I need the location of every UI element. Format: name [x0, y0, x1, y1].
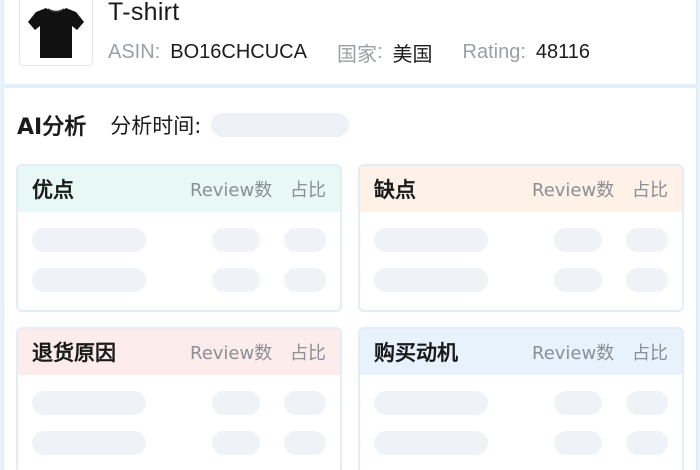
- panel-purchase-motives: 购买动机 Review数 占比: [358, 327, 684, 470]
- skeleton-placeholder: [32, 268, 146, 292]
- panel-cons: 缺点 Review数 占比: [358, 164, 684, 312]
- skeleton-placeholder: [212, 268, 260, 292]
- analysis-time-label: 分析时间:: [110, 114, 202, 138]
- column-ratio: 占比: [632, 180, 668, 201]
- panel-title: 购买动机: [374, 341, 458, 365]
- skeleton-row: [360, 252, 682, 292]
- skeleton-placeholder: [554, 431, 602, 455]
- panel-header: 缺点 Review数 占比: [360, 166, 682, 212]
- column-ratio: 占比: [632, 343, 668, 364]
- country-value: 美国: [392, 43, 433, 66]
- skeleton-placeholder: [212, 391, 260, 415]
- skeleton-row: [18, 212, 340, 252]
- skeleton-placeholder: [626, 431, 668, 455]
- skeleton-placeholder: [626, 228, 668, 252]
- skeleton-row: [18, 375, 340, 415]
- column-ratio: 占比: [290, 343, 326, 364]
- skeleton-row: [360, 375, 682, 415]
- panel-pros: 优点 Review数 占比: [16, 164, 342, 312]
- product-thumbnail[interactable]: [19, 0, 93, 66]
- country-colon: :: [376, 40, 383, 63]
- skeleton-placeholder: [374, 391, 488, 415]
- panel-return-reasons: 退货原因 Review数 占比: [16, 327, 342, 470]
- product-meta: ASIN : BO16CHCUCA 国家 : 美国 Rating : 48116: [108, 38, 590, 66]
- skeleton-placeholder: [554, 268, 602, 292]
- country-label: 国家: [336, 43, 377, 66]
- analysis-time-value: [211, 113, 350, 137]
- column-review-count: Review数: [532, 343, 615, 364]
- panel-title: 优点: [32, 178, 74, 202]
- asin-value: BO16CHCUCA: [170, 40, 307, 63]
- skeleton-placeholder: [212, 431, 260, 455]
- skeleton-placeholder: [32, 391, 146, 415]
- skeleton-placeholder: [284, 268, 326, 292]
- skeleton-placeholder: [32, 228, 146, 252]
- skeleton-placeholder: [374, 268, 488, 292]
- skeleton-placeholder: [284, 228, 326, 252]
- skeleton-row: [18, 252, 340, 292]
- skeleton-placeholder: [32, 431, 146, 455]
- skeleton-placeholder: [284, 431, 326, 455]
- column-review-count: Review数: [190, 343, 273, 364]
- product-card: T-shirt ASIN : BO16CHCUCA 国家 : 美国 Rating…: [3, 0, 697, 84]
- panel-title: 缺点: [374, 178, 416, 202]
- column-ratio: 占比: [290, 180, 326, 201]
- panel-header: 退货原因 Review数 占比: [18, 329, 340, 375]
- skeleton-row: [18, 415, 340, 455]
- analysis-title: AI分析: [17, 115, 87, 140]
- panel-title: 退货原因: [32, 341, 116, 365]
- asin-colon: :: [154, 40, 161, 63]
- skeleton-placeholder: [554, 228, 602, 252]
- skeleton-placeholder: [626, 268, 668, 292]
- panel-header: 购买动机 Review数 占比: [360, 329, 682, 375]
- panel-header: 优点 Review数 占比: [18, 166, 340, 212]
- rating-value: 48116: [535, 40, 591, 63]
- rating-colon: :: [520, 40, 526, 63]
- skeleton-row: [360, 415, 682, 455]
- asin-label: ASIN: [108, 40, 155, 63]
- column-review-count: Review数: [532, 180, 615, 201]
- rating-label: Rating: [462, 40, 521, 63]
- skeleton-placeholder: [554, 391, 602, 415]
- skeleton-row: [360, 212, 682, 252]
- column-review-count: Review数: [190, 180, 273, 201]
- product-title: T-shirt: [108, 0, 180, 26]
- analysis-header: AI分析 分析时间:: [17, 110, 350, 140]
- skeleton-placeholder: [284, 391, 326, 415]
- skeleton-placeholder: [626, 391, 668, 415]
- skeleton-placeholder: [374, 228, 488, 252]
- skeleton-placeholder: [374, 431, 488, 455]
- tshirt-icon: [28, 7, 84, 58]
- ai-analysis-section: AI分析 分析时间: 优点 Review数 占比 缺点 Review数 占比 退…: [3, 88, 697, 470]
- skeleton-placeholder: [212, 228, 260, 252]
